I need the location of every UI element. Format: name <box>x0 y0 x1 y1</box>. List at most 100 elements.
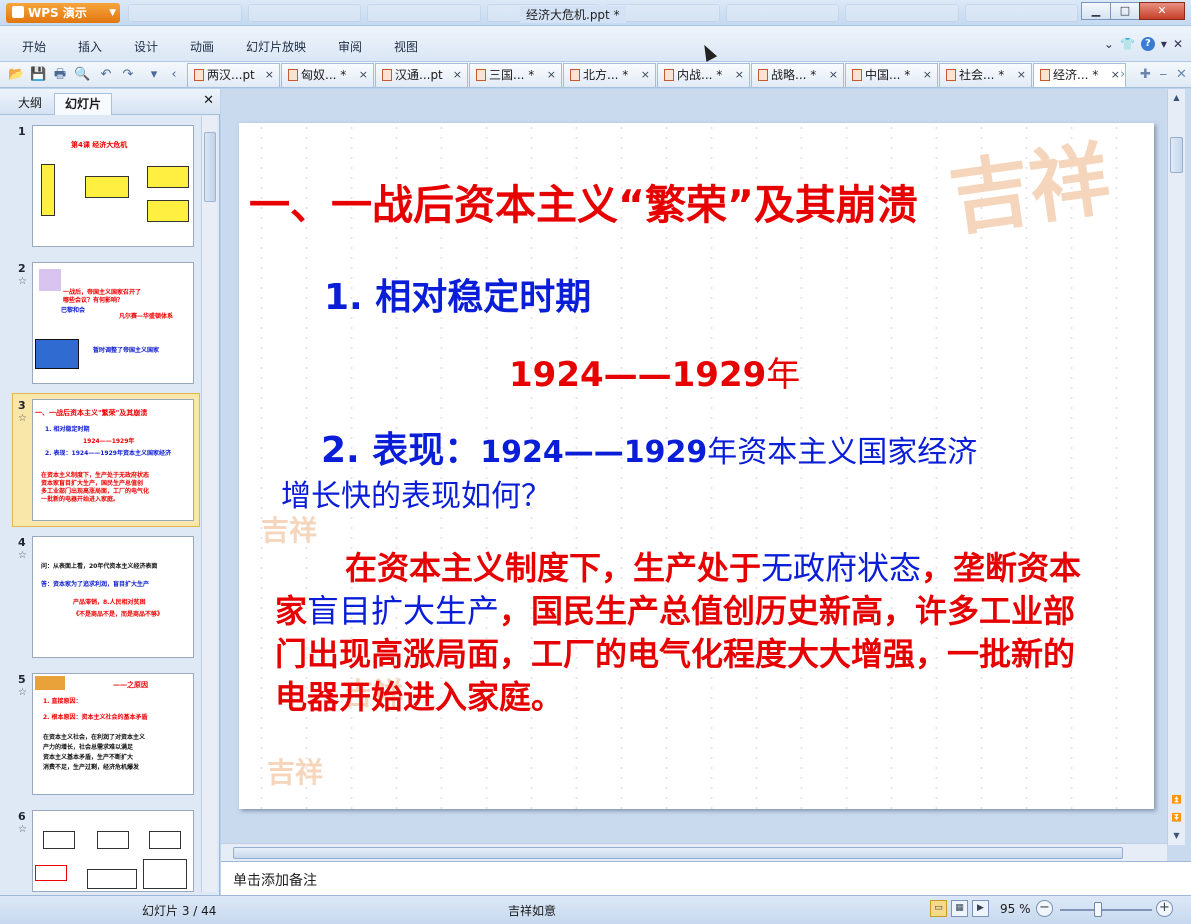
minimize-button[interactable]: ▁ <box>1081 2 1111 20</box>
close-tab-icon[interactable]: × <box>735 64 744 86</box>
doc-tab-8[interactable]: 社会... * × <box>939 63 1032 87</box>
panel-scroll-thumb[interactable] <box>204 132 216 202</box>
ppt-file-icon <box>946 69 956 81</box>
window-controls: ▁ □ ✕ <box>1081 2 1185 20</box>
menu-view[interactable]: 视图 <box>394 38 418 55</box>
doc-tab-label: 匈奴... * <box>301 68 347 82</box>
doc-tab-3[interactable]: 三国... * × <box>469 63 562 87</box>
close-tab-icon[interactable]: × <box>641 64 650 86</box>
undo-icon[interactable]: ↶ <box>98 67 114 83</box>
document-tabs: 两汉...pt × 匈奴... * × 汉通...pt × 三国... * × 北方..… <box>187 63 1127 88</box>
ppt-file-icon <box>476 69 486 81</box>
close-tab-icon[interactable]: × <box>1017 64 1026 86</box>
doc-tab-7[interactable]: 中国... * × <box>845 63 938 87</box>
open-folder-icon[interactable]: 📂 <box>8 67 24 83</box>
panel-scrollbar[interactable] <box>201 116 217 892</box>
year-range[interactable]: 1924——1929年 <box>509 347 800 396</box>
close-tab-icon[interactable]: × <box>923 64 932 86</box>
doc-tab-0[interactable]: 两汉...pt × <box>187 63 280 87</box>
next-slide-icon[interactable]: ⏬ <box>1170 811 1183 825</box>
normal-view-icon[interactable]: ▭ <box>930 900 947 917</box>
vertical-scroll-thumb[interactable] <box>1170 137 1183 173</box>
thumbnail-animation-star: ☆ <box>18 276 27 287</box>
slide-vertical-scrollbar[interactable]: ▲ ⏫ ⏬ ▼ <box>1167 89 1185 845</box>
thumbnail-preview: 一战后，帝国主义国家召开了 哪些会议？有何影响？ 巴黎和会 凡尔赛—华盛顿体系 … <box>32 262 194 384</box>
menu-animation[interactable]: 动画 <box>190 38 214 55</box>
zoom-in-button[interactable]: + <box>1156 900 1173 917</box>
subheading-manifestation[interactable]: 2. 表现：1924——1929年资本主义国家经济 <box>321 421 977 473</box>
help-icon[interactable]: ? <box>1140 37 1155 51</box>
thumbnail-number: 4 <box>18 536 26 549</box>
close-tab-icon[interactable]: × <box>1111 64 1120 86</box>
doc-tab-5[interactable]: 内战... * × <box>657 63 750 87</box>
new-tab-icon[interactable]: ✚ <box>1140 67 1151 82</box>
redo-icon[interactable]: ↷ <box>120 67 136 83</box>
zoom-out-button[interactable]: − <box>1036 900 1053 917</box>
menu-review[interactable]: 审阅 <box>338 38 362 55</box>
close-tab-icon[interactable]: × <box>453 64 462 86</box>
close-doc-icon[interactable]: ✕ <box>1176 67 1187 82</box>
print-preview-icon[interactable]: 🔍 <box>74 67 90 83</box>
ppt-file-icon <box>852 69 862 81</box>
doc-tab-6[interactable]: 战略... * × <box>751 63 844 87</box>
close-panel-icon[interactable]: ✕ <box>203 93 214 108</box>
zoom-slider-track[interactable] <box>1060 909 1152 911</box>
ppt-file-icon <box>194 69 204 81</box>
status-bar: 幻灯片 3 / 44 吉祥如意 ▭ ▦ ▶ 95 % − + <box>0 895 1191 924</box>
ppt-file-icon <box>758 69 768 81</box>
ribbon-menu-bar: 开始 插入 设计 动画 幻灯片放映 审阅 视图 ⌄ 👕 ? ▾ ✕ <box>0 26 1191 62</box>
current-slide-canvas[interactable]: 吉祥 吉祥 吉祥 吉祥 一、一战后资本主义“繁荣”及其崩溃 1. 相对稳定时期 … <box>239 123 1154 809</box>
thumbnail-animation-star: ☆ <box>18 824 27 835</box>
close-tab-icon[interactable]: × <box>547 64 556 86</box>
help-dropdown-icon[interactable]: ▾ <box>1161 37 1167 51</box>
auspicious-seal-watermark: 吉祥 <box>944 131 1116 247</box>
theme-name: 吉祥如意 <box>508 904 557 918</box>
doc-tab-4[interactable]: 北方... * × <box>563 63 656 87</box>
scroll-up-icon[interactable]: ▲ <box>1170 91 1183 105</box>
thumbnail-number: 3 <box>18 399 26 412</box>
notes-pane[interactable]: 单击添加备注 <box>221 861 1191 895</box>
tabs-scroll-left-icon[interactable]: ‹ <box>166 67 182 83</box>
close-tab-icon[interactable]: × <box>829 64 838 86</box>
menu-home[interactable]: 开始 <box>22 38 46 55</box>
slide-sorter-view-icon[interactable]: ▦ <box>951 900 968 917</box>
wps-app-menu-button[interactable]: WPS 演示 ▼ <box>6 3 120 23</box>
tab-slides[interactable]: 幻灯片 <box>54 93 113 115</box>
view-switcher: ▭ ▦ ▶ <box>930 900 989 917</box>
minimize-doc-icon[interactable]: ⎯ <box>1160 67 1167 82</box>
menu-insert[interactable]: 插入 <box>78 38 102 55</box>
close-ribbon-icon[interactable]: ✕ <box>1173 37 1183 51</box>
body-paragraph[interactable]: 在资本主义制度下，生产处于无政府状态，垄断资本家盲目扩大生产，国民生产总值创历史… <box>275 547 1105 719</box>
scroll-down-icon[interactable]: ▼ <box>1170 829 1183 843</box>
manifestation-question[interactable]: 增长快的表现如何？ <box>281 471 551 515</box>
skin-shirt-icon[interactable]: 👕 <box>1120 37 1135 51</box>
app-badge-label: WPS 演示 <box>28 6 87 20</box>
tab-outline[interactable]: 大纲 <box>8 93 52 115</box>
close-tab-icon[interactable]: × <box>265 64 274 86</box>
slide-title[interactable]: 一、一战后资本主义“繁荣”及其崩溃 <box>249 171 918 231</box>
horizontal-scroll-thumb[interactable] <box>233 847 1123 859</box>
maximize-button[interactable]: □ <box>1110 2 1140 20</box>
menu-slideshow[interactable]: 幻灯片放映 <box>246 38 306 55</box>
collapse-ribbon-icon[interactable]: ⌄ <box>1104 37 1114 51</box>
slideshow-view-icon[interactable]: ▶ <box>972 900 989 917</box>
zoom-slider-knob[interactable] <box>1094 902 1102 917</box>
thumbnail-preview <box>32 810 194 892</box>
slide-horizontal-scrollbar[interactable] <box>221 843 1167 861</box>
save-icon[interactable]: 💾 <box>30 67 46 83</box>
menu-design[interactable]: 设计 <box>134 38 158 55</box>
tabs-scroll-right-icon[interactable]: › <box>1120 67 1125 82</box>
notes-placeholder: 单击添加备注 <box>233 873 317 889</box>
doc-tab-1[interactable]: 匈奴... * × <box>281 63 374 87</box>
print-icon[interactable]: 🖶 <box>52 67 68 83</box>
doc-tab-label: 北方... * <box>583 68 629 82</box>
doc-tab-2[interactable]: 汉通...pt × <box>375 63 468 87</box>
customize-toolbar-icon[interactable]: ▾ <box>146 67 162 83</box>
subheading-stable-period[interactable]: 1. 相对稳定时期 <box>324 268 591 320</box>
close-tab-icon[interactable]: × <box>359 64 368 86</box>
previous-slide-icon[interactable]: ⏫ <box>1170 793 1183 807</box>
doc-tab-9-active[interactable]: 经济... * × <box>1033 63 1126 87</box>
auspicious-seal-watermark: 吉祥 <box>267 756 324 789</box>
close-window-button[interactable]: ✕ <box>1139 2 1185 20</box>
thumbnail-preview: 一、一战后资本主义"繁荣"及其崩溃 1. 相对稳定时期 1924——1929年 … <box>32 399 194 521</box>
